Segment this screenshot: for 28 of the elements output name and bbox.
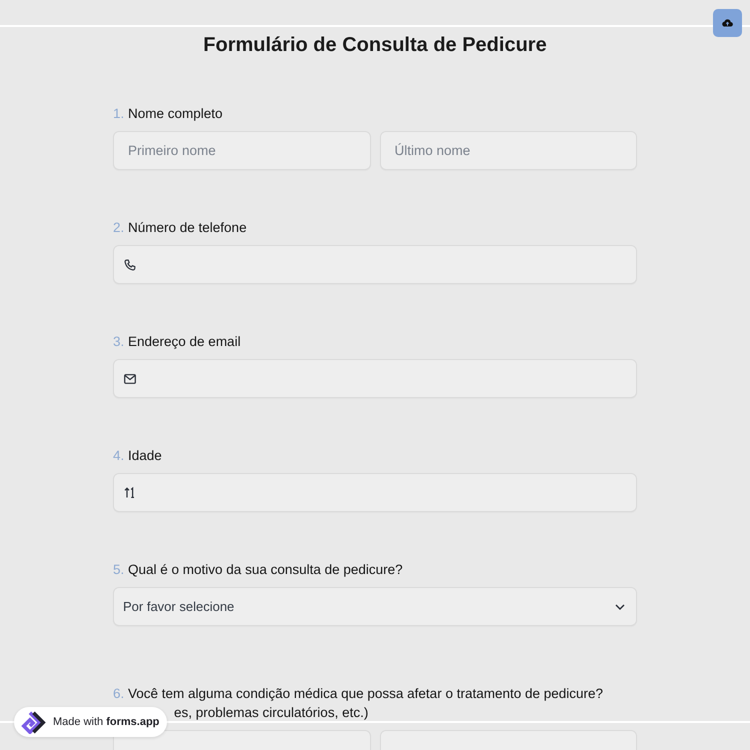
phone-field[interactable]: [113, 245, 637, 284]
question-number: 5.: [113, 561, 126, 579]
question-number: 1.: [113, 105, 126, 123]
made-with-badge[interactable]: Made with forms.app: [14, 707, 168, 737]
question-label: Idade: [128, 447, 162, 465]
cloud-upload-icon: [722, 19, 733, 27]
question-number: 2.: [113, 219, 126, 237]
question-label: Qual é o motivo da sua consulta de pedicure?: [128, 561, 403, 579]
mail-icon: [124, 374, 136, 384]
question-number: 3.: [113, 333, 126, 351]
number-field[interactable]: [113, 473, 637, 512]
question-label: Endereço de email: [128, 333, 241, 351]
phone-icon: [124, 258, 136, 270]
numeric-icon: [124, 487, 135, 498]
upload-button[interactable]: [713, 9, 742, 37]
name-field[interactable]: Último nome: [380, 131, 637, 170]
name-field[interactable]: Primeiro nome: [113, 131, 370, 170]
question-number: 6.: [113, 685, 126, 703]
logo-icon: [20, 710, 47, 734]
question-label: Você tem alguma condição médica que possa afetar o tratamento de pedicure?: [128, 685, 604, 703]
email-field[interactable]: [113, 359, 637, 398]
question-label: es, problemas circulatórios, etc.): [174, 704, 368, 722]
question-label: Número de telefone: [128, 219, 247, 237]
question-number: 4.: [113, 447, 126, 465]
chevron-down-icon: [615, 604, 625, 610]
form-title: Formulário de Consulta de Pedicure: [203, 33, 547, 58]
question-label: Nome completo: [128, 105, 223, 123]
dropdown[interactable]: Por favor selecione: [113, 587, 637, 626]
